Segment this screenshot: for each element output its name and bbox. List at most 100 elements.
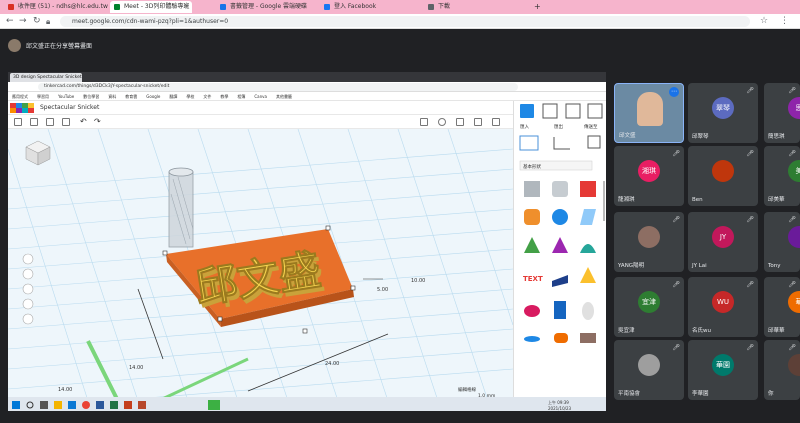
- meet-taskbar-icon[interactable]: [208, 400, 220, 410]
- ruler-icon[interactable]: [553, 137, 570, 150]
- bookmark-item[interactable]: 應用程式: [12, 94, 28, 99]
- align-icon[interactable]: [456, 118, 464, 126]
- ortho-view-button[interactable]: [22, 313, 34, 325]
- back-icon[interactable]: ←: [6, 16, 14, 27]
- shape-roof[interactable]: [524, 237, 540, 253]
- panel-scrollbar[interactable]: [603, 181, 605, 221]
- design-title[interactable]: Spectacular Snicket: [40, 103, 99, 113]
- bookmark-item[interactable]: YouTube: [58, 94, 74, 99]
- fit-view-button[interactable]: [22, 268, 34, 280]
- browser-tab-facebook[interactable]: 登入 Facebook: [320, 1, 420, 13]
- shape-paraboloid[interactable]: [582, 302, 594, 320]
- shape-sphere[interactable]: [552, 209, 568, 225]
- inner-tab[interactable]: 3D design Spectacular Snicket: [10, 73, 82, 82]
- shape-round-roof[interactable]: [580, 244, 596, 253]
- shape-cylinder[interactable]: [524, 209, 540, 225]
- dim-depth[interactable]: 14.00: [129, 365, 143, 371]
- participant-tile[interactable]: 華 🎤︎ 邱華華: [764, 277, 800, 337]
- app-icon[interactable]: [138, 401, 146, 409]
- participant-tile[interactable]: JY 🎤︎ JY Lai: [688, 212, 758, 272]
- bricks-icon[interactable]: [587, 103, 603, 119]
- chrome-icon[interactable]: [82, 401, 90, 409]
- edge-icon[interactable]: [68, 401, 76, 409]
- bookmark-item[interactable]: 學校: [186, 94, 194, 99]
- browser-tab-drive[interactable]: 書籤管理 - Google 雲端硬碟: [216, 1, 318, 13]
- shape-wedge[interactable]: [552, 275, 568, 287]
- participant-tile[interactable]: 🎤︎ Ben: [688, 146, 758, 206]
- close-tab-icon[interactable]: ✕: [184, 1, 189, 13]
- zoom-in-button[interactable]: [22, 283, 34, 295]
- dim-width[interactable]: 24.00: [325, 361, 339, 367]
- copy-icon[interactable]: [14, 118, 22, 126]
- menu-icon[interactable]: ⋮: [780, 16, 789, 27]
- star-icon[interactable]: ☆: [760, 16, 768, 27]
- undo-icon[interactable]: ↶: [80, 117, 87, 126]
- reload-icon[interactable]: ↻: [33, 16, 41, 27]
- shape-box-hole[interactable]: [524, 181, 540, 197]
- model-cylinder[interactable]: [168, 171, 194, 248]
- shape-torus[interactable]: [524, 336, 540, 342]
- workplane-icon[interactable]: [519, 135, 539, 151]
- bookmark-item[interactable]: 相簿: [237, 94, 245, 99]
- participant-tile[interactable]: 宜津 🎤︎ 吳宜津: [614, 277, 684, 337]
- delete-icon[interactable]: [62, 118, 70, 126]
- word-icon[interactable]: [96, 401, 104, 409]
- light-icon[interactable]: [438, 118, 446, 126]
- tinkercad-logo[interactable]: [10, 103, 34, 113]
- participant-tile[interactable]: 美 🎤︎ 邱美華: [764, 146, 800, 206]
- blocks-icon[interactable]: [565, 103, 581, 119]
- participant-tile[interactable]: 🎤︎ 平南協會: [614, 340, 684, 400]
- task-view-icon[interactable]: [40, 401, 48, 409]
- participant-tile[interactable]: 🎤︎ YANG陽明: [614, 212, 684, 272]
- mirror-icon[interactable]: [474, 118, 482, 126]
- duplicate-icon[interactable]: [46, 118, 54, 126]
- shape-box[interactable]: [580, 181, 596, 197]
- participant-tile[interactable]: 華園 🎤︎ 李華園: [688, 340, 758, 400]
- inner-url-field[interactable]: tinkercad.com/things/d3DCk3jY-spectacula…: [38, 83, 518, 91]
- send-to-button[interactable]: 傳送至: [584, 123, 598, 130]
- browser-tab-meet[interactable]: Meet - 3D列印體驗專班 ✕: [110, 1, 192, 13]
- notes-icon[interactable]: [587, 135, 601, 149]
- shape-cone[interactable]: [552, 237, 568, 253]
- more-options-icon[interactable]: ⋯: [669, 87, 679, 97]
- participant-tile[interactable]: 🎤︎ 你: [764, 340, 800, 400]
- dim-height-2[interactable]: 10.00: [411, 278, 425, 284]
- bookmark-item[interactable]: 學習用: [37, 94, 49, 99]
- bookmark-item[interactable]: Google: [146, 94, 160, 99]
- workplane-canvas[interactable]: 邱文盛 邱文盛 14.00 24.00 5.00 10.00 14.00 編輯格…: [8, 129, 513, 401]
- dim-height[interactable]: 5.00: [377, 287, 388, 293]
- grid-view-icon[interactable]: [520, 104, 534, 118]
- home-view-button[interactable]: [22, 253, 34, 265]
- export-button[interactable]: 匯出: [554, 123, 563, 130]
- paste-icon[interactable]: [30, 118, 38, 126]
- browser-tab-gmail[interactable]: 收件匣 (51) - ndhs@hlc.edu.tw: [4, 1, 108, 13]
- forward-icon[interactable]: →: [19, 16, 27, 27]
- shape-pyramid[interactable]: [580, 267, 596, 283]
- excel-icon[interactable]: [110, 401, 118, 409]
- note-icon[interactable]: [420, 118, 428, 126]
- bookmark-item[interactable]: 教育雲: [125, 94, 137, 99]
- shape-heart[interactable]: [580, 333, 596, 343]
- explorer-icon[interactable]: [54, 401, 62, 409]
- edit-grid-label[interactable]: 編輯格線: [458, 386, 476, 393]
- participant-tile[interactable]: ⋯ 邱文盛: [614, 83, 684, 143]
- windows-start-icon[interactable]: [12, 401, 20, 409]
- search-icon[interactable]: [26, 401, 34, 409]
- bookmark-item[interactable]: 教學: [220, 94, 228, 99]
- participant-tile[interactable]: 翠琴 🎤︎ 邱翠琴: [688, 83, 758, 143]
- shape-half-sphere[interactable]: [524, 305, 540, 317]
- shape-cylinder-hole[interactable]: [552, 181, 568, 197]
- browser-tab-downloads[interactable]: 下載: [424, 1, 524, 13]
- group-icon[interactable]: [492, 118, 500, 126]
- shape-text[interactable]: TEXT: [523, 275, 543, 283]
- redo-icon[interactable]: ↷: [94, 117, 101, 126]
- bookmark-item[interactable]: 翻譯: [169, 94, 177, 99]
- url-field[interactable]: meet.google.com/cdn-wami-pzq?pli=1&authu…: [60, 16, 750, 27]
- build-icon[interactable]: [542, 103, 558, 119]
- participant-tile[interactable]: 🎤︎ Tony: [764, 212, 800, 272]
- powerpoint-icon[interactable]: [124, 401, 132, 409]
- dim-bottom[interactable]: 14.00: [58, 387, 72, 393]
- shape-scribble[interactable]: [580, 209, 596, 225]
- bookmark-item[interactable]: 其他書籤: [276, 94, 292, 99]
- zoom-out-button[interactable]: [22, 298, 34, 310]
